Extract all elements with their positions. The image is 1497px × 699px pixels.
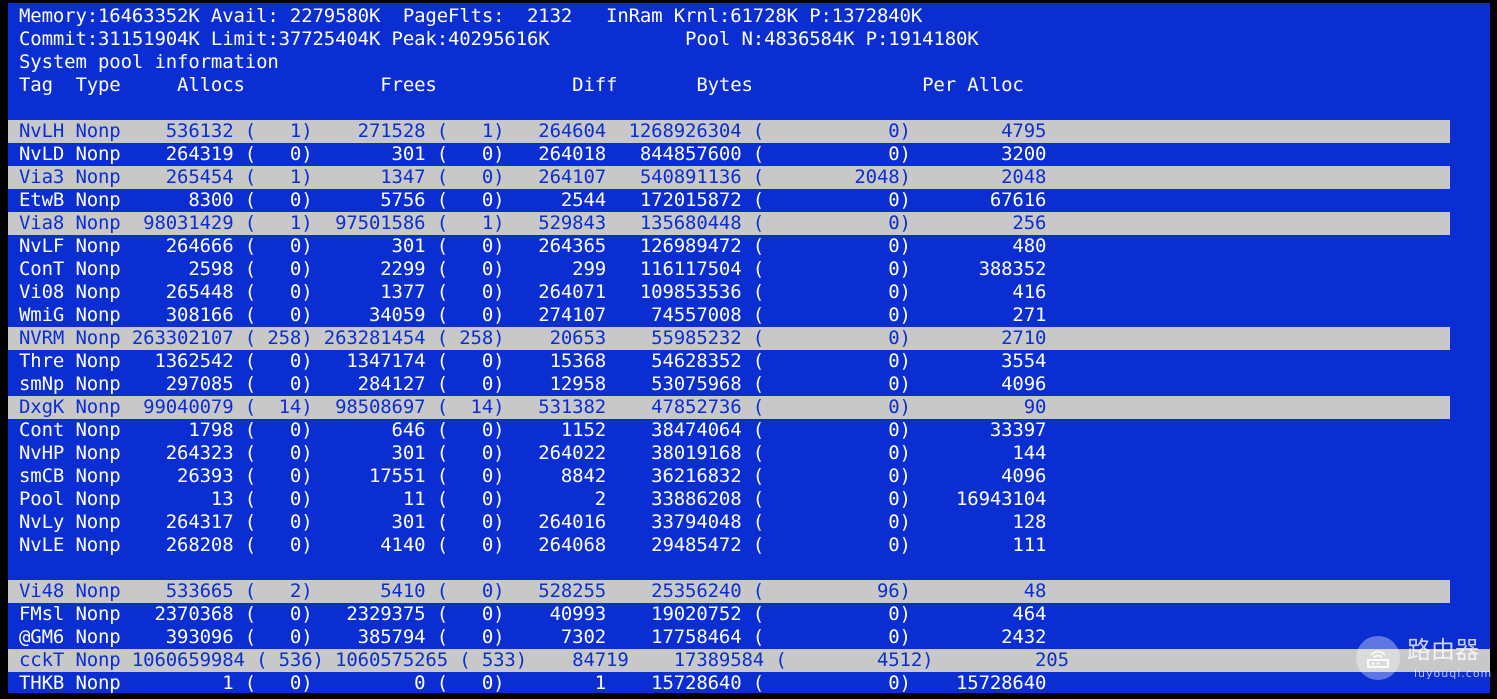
- table-row: NVRM Nonp 263302107 ( 258) 263281454 ( 2…: [8, 327, 1450, 350]
- table-row: THKB Nonp 1 ( 0) 0 ( 0) 1 15728640 ( 0) …: [19, 672, 1047, 693]
- table-row: DxgK Nonp 99040079 ( 14) 98508697 ( 14) …: [8, 396, 1450, 419]
- table-row: Pool Nonp 13 ( 0) 11 ( 0) 2 33886208 ( 0…: [19, 488, 1047, 510]
- table-row: Via3 Nonp 265454 ( 1) 1347 ( 0) 264107 5…: [8, 166, 1450, 189]
- table-row: NvLy Nonp 264317 ( 0) 301 ( 0) 264016 33…: [19, 511, 1047, 533]
- watermark-text: 路由器: [1407, 636, 1479, 664]
- console-window: Memory:16463352K Avail: 2279580K PageFlt…: [8, 3, 1490, 693]
- table-row: Cont Nonp 1798 ( 0) 646 ( 0) 1152 384740…: [19, 419, 1047, 441]
- table-row: FMsl Nonp 2370368 ( 0) 2329375 ( 0) 4099…: [19, 603, 1047, 625]
- table-row: EtwB Nonp 8300 ( 0) 5756 ( 0) 2544 17201…: [19, 189, 1047, 211]
- table-row: @GM6 Nonp 393096 ( 0) 385794 ( 0) 7302 1…: [19, 626, 1047, 648]
- blank-row: [8, 557, 19, 580]
- table-row: smCB Nonp 26393 ( 0) 17551 ( 0) 8842 362…: [19, 465, 1047, 487]
- table-row: NvLH Nonp 536132 ( 1) 271528 ( 1) 264604…: [8, 120, 1450, 143]
- table-row: NvLF Nonp 264666 ( 0) 301 ( 0) 264365 12…: [19, 235, 1047, 257]
- table-row: WmiG Nonp 308166 ( 0) 34059 ( 0) 274107 …: [19, 304, 1047, 326]
- table-row: ConT Nonp 2598 ( 0) 2299 ( 0) 299 116117…: [19, 258, 1047, 280]
- memory-summary-line: Memory:16463352K Avail: 2279580K PageFlt…: [19, 5, 923, 27]
- table-row: NvHP Nonp 264323 ( 0) 301 ( 0) 264022 38…: [19, 442, 1047, 464]
- router-icon: [1356, 636, 1400, 680]
- watermark-logo: 路由器 luyouqi.com: [1352, 630, 1492, 690]
- table-row: Via8 Nonp 98031429 ( 1) 97501586 ( 1) 52…: [8, 212, 1450, 235]
- commit-summary-line: Commit:31151904K Limit:37725404K Peak:40…: [19, 28, 979, 50]
- column-headers: Tag Type Allocs Frees Diff Bytes Per All…: [19, 74, 1024, 96]
- table-row: Vi48 Nonp 533665 ( 2) 5410 ( 0) 528255 2…: [8, 580, 1450, 603]
- table-row: NvLD Nonp 264319 ( 0) 301 ( 0) 264018 84…: [19, 143, 1047, 165]
- section-title: System pool information: [19, 51, 279, 73]
- table-row: smNp Nonp 297085 ( 0) 284127 ( 0) 12958 …: [19, 373, 1047, 395]
- table-row: Vi08 Nonp 265448 ( 0) 1377 ( 0) 264071 1…: [19, 281, 1047, 303]
- table-row: Thre Nonp 1362542 ( 0) 1347174 ( 0) 1536…: [19, 350, 1047, 372]
- watermark-url: luyouqi.com: [1414, 667, 1493, 680]
- table-row: cckT Nonp 1060659984 ( 536) 1060575265 (…: [8, 649, 1490, 672]
- table-row: NvLE Nonp 268208 ( 0) 4140 ( 0) 264068 2…: [19, 534, 1047, 556]
